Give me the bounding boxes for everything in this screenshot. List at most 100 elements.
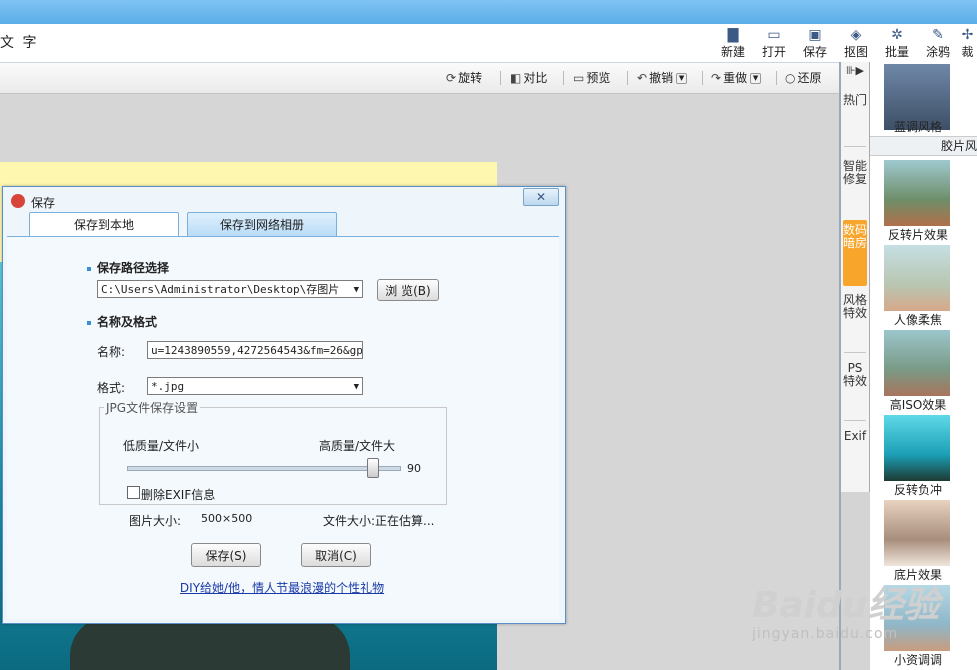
separator: [844, 420, 866, 421]
quality-slider-track[interactable]: [127, 466, 401, 471]
compare-icon: ◧: [510, 71, 522, 85]
section-title: 胶片风: [940, 139, 977, 153]
batch-label: 批量: [884, 45, 909, 59]
batch-button[interactable]: ✲ 批量: [879, 28, 915, 60]
undo-dropdown-icon[interactable]: ▼: [676, 73, 688, 84]
folder-icon: ▭: [767, 27, 781, 43]
tab-smart-repair[interactable]: 智能修复: [843, 160, 867, 214]
tab-save-online-album[interactable]: 保存到网络相册: [187, 212, 337, 237]
rotate-label: 旋转: [458, 71, 483, 85]
effect-thumb[interactable]: [884, 415, 950, 481]
low-quality-label: 低质量/文件小: [123, 439, 200, 453]
doodle-button[interactable]: ✎ 涂鸦: [920, 28, 956, 60]
separator: [844, 352, 866, 353]
separator: [776, 71, 777, 85]
filename-value: u=1243890559,4272564543&fm=26&gp=0_: [151, 344, 363, 357]
effect-label: 高ISO效果: [889, 398, 947, 412]
save-dialog: 保存 ✕ 保存到本地 保存到网络相册 保存路径选择 C:\Users\Admin…: [2, 186, 566, 624]
new-label: 新建: [720, 45, 745, 59]
restore-icon: ○: [785, 71, 796, 85]
cutout-button[interactable]: ◈ 抠图: [838, 28, 874, 60]
delete-exif-checkbox[interactable]: [127, 486, 140, 499]
preview-button[interactable]: ▭ 预览: [573, 69, 610, 86]
undo-icon: ↶: [637, 71, 648, 85]
cutout-label: 抠图: [843, 45, 868, 59]
tab-exif[interactable]: Exif: [843, 430, 867, 490]
image-size-label: 图片大小:: [129, 514, 182, 528]
collapse-panel-icon[interactable]: ⊪▶: [841, 64, 869, 77]
doodle-label: 涂鸦: [925, 45, 950, 59]
separator: [702, 71, 703, 85]
save-button[interactable]: 保存(S): [191, 543, 261, 567]
tab-ps-effects[interactable]: PS特效: [843, 362, 867, 416]
redo-label: 重做: [723, 71, 748, 85]
format-select[interactable]: *.jpg ▼: [147, 377, 363, 395]
quality-slider-thumb[interactable]: [366, 458, 379, 478]
app-logo-icon: [11, 194, 25, 208]
watermark-brand: Baidu经验: [752, 585, 940, 626]
browse-button[interactable]: 浏 览(B): [377, 279, 439, 301]
tab-style-effects[interactable]: 风格特效: [843, 294, 867, 348]
tab-hot[interactable]: 热门: [843, 90, 867, 140]
restore-button[interactable]: ○ 还原: [785, 69, 822, 86]
name-label: 名称:: [97, 345, 126, 359]
dialog-body: 保存路径选择 C:\Users\Administrator\Desktop\存图…: [7, 236, 559, 619]
effect-thumb[interactable]: [884, 330, 950, 396]
tab-save-local[interactable]: 保存到本地: [29, 212, 179, 237]
redo-dropdown-icon[interactable]: ▼: [750, 73, 762, 84]
promo-link[interactable]: DIY给她/他，情人节最浪漫的个性礼物: [97, 579, 467, 596]
menu-item-text[interactable]: 文 字: [0, 32, 38, 52]
compare-button[interactable]: ◧ 对比: [510, 69, 547, 86]
crop-button[interactable]: ✢ 裁: [958, 28, 977, 60]
cancel-button[interactable]: 取消(C): [301, 543, 371, 567]
new-button[interactable]: ▇ 新建: [715, 28, 751, 60]
crop-label: 裁: [961, 45, 974, 59]
redo-icon: ↷: [711, 71, 722, 85]
menubar: 文 字 ▇ 新建 ▭ 打开 ▣ 保存 ◈ 抠图 ✲ 批量 ✎ 涂鸦 ✢ 裁: [0, 24, 977, 63]
quality-value: 90: [407, 462, 421, 475]
save-toolbar-button[interactable]: ▣ 保存: [797, 28, 833, 60]
batch-icon: ✲: [891, 27, 903, 43]
effect-label: 蓝调风格: [893, 120, 942, 134]
baidu-watermark: Baidu经验 jingyan.baidu.com: [752, 576, 972, 656]
open-label: 打开: [761, 45, 786, 59]
photo-figure: [70, 616, 350, 670]
window-titlebar: [0, 0, 977, 24]
jpg-settings-title: JPG文件保存设置: [104, 399, 201, 416]
compare-label: 对比: [523, 71, 548, 85]
separator: [563, 71, 564, 85]
high-quality-label: 高质量/文件大: [319, 439, 396, 453]
new-file-icon: ▇: [727, 27, 739, 43]
undo-button[interactable]: ↶ 撤销 ▼: [637, 69, 688, 86]
redo-button[interactable]: ↷ 重做 ▼: [711, 69, 762, 86]
effect-label: 反转负冲: [893, 483, 942, 497]
format-section-title: 名称及格式: [87, 313, 157, 330]
section-header: 胶片风: [870, 136, 977, 156]
dialog-title: 保存: [31, 196, 56, 210]
preview-label: 预览: [586, 71, 611, 85]
file-size-text: 文件大小:正在估算...: [323, 514, 435, 528]
effect-thumb[interactable]: [884, 245, 950, 311]
dialog-titlebar[interactable]: 保存 ✕: [3, 187, 565, 215]
dropdown-arrow-icon: ▼: [353, 285, 359, 295]
close-button[interactable]: ✕: [523, 188, 559, 206]
separator: [500, 71, 501, 85]
filename-input[interactable]: u=1243890559,4272564543&fm=26&gp=0_: [147, 341, 363, 359]
open-button[interactable]: ▭ 打开: [756, 28, 792, 60]
effect-label: 人像柔焦: [893, 313, 942, 327]
path-value: C:\Users\Administrator\Desktop\存图片: [101, 283, 340, 296]
effect-thumb[interactable]: [884, 160, 950, 226]
edit-toolbar: ⟳ 旋转 ◧ 对比 ▭ 预览 ↶ 撤销 ▼ ↷ 重做 ▼ ○ 还原: [0, 63, 840, 94]
dropdown-arrow-icon: ▼: [353, 382, 359, 392]
effect-thumb[interactable]: [884, 500, 950, 566]
format-label: 格式:: [97, 381, 126, 395]
save-label: 保存: [802, 45, 827, 59]
restore-label: 还原: [797, 71, 822, 85]
tab-digital-darkroom[interactable]: 数码暗房: [843, 220, 867, 286]
preview-icon: ▭: [573, 71, 585, 85]
image-size-value: 500×500: [201, 512, 253, 525]
rotate-button[interactable]: ⟳ 旋转: [446, 69, 482, 86]
format-value: *.jpg: [151, 380, 185, 393]
path-select[interactable]: C:\Users\Administrator\Desktop\存图片 ▼: [97, 280, 363, 298]
crop-icon: ✢: [961, 28, 974, 43]
